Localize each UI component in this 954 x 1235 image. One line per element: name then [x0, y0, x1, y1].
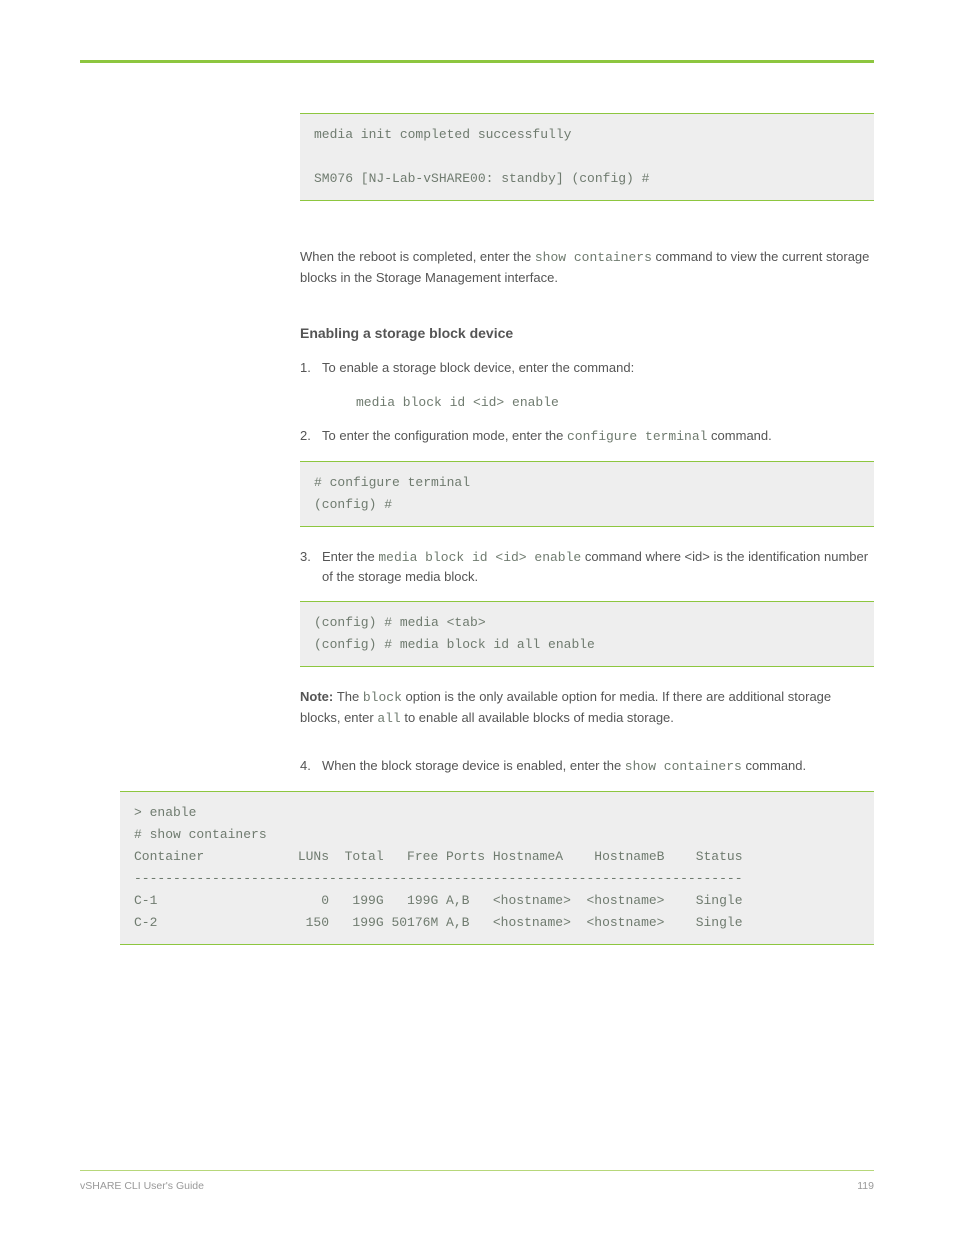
note-label: Note: [300, 689, 337, 704]
text: When the reboot is completed, enter the [300, 249, 535, 264]
heading-enabling-storage-block: Enabling a storage block device [300, 323, 874, 344]
code-block-configure-terminal: # configure terminal (config) # [300, 461, 874, 527]
cmd-media-block-id-enable: media block id <id> enable [378, 550, 581, 565]
page-container: media init completed successfully SM076 … [0, 0, 954, 1235]
code-block-media-tab: (config) # media <tab> (config) # media … [300, 601, 874, 667]
code-line: SM076 [NJ-Lab-vSHARE00: standby] (config… [314, 171, 649, 186]
step-number: 4. [300, 756, 322, 776]
paragraph-show-containers-intro: When the reboot is completed, enter the … [300, 247, 874, 287]
cmd-all: all [377, 711, 400, 726]
text: Enter the [322, 549, 378, 564]
cmd-show-containers: show containers [625, 759, 742, 774]
page-footer: vSHARE CLI User's Guide 119 [80, 1170, 874, 1195]
text: To enable a storage block device, enter … [322, 360, 634, 375]
step-2: 2.To enter the configuration mode, enter… [300, 426, 874, 447]
text: The [337, 689, 363, 704]
main-column: media init completed successfully SM076 … [300, 113, 874, 777]
cmd-configure-terminal: configure terminal [567, 429, 707, 444]
cmd-block: block [363, 690, 402, 705]
note-block-option: Note: The block option is the only avail… [300, 687, 874, 728]
step-4: 4.When the block storage device is enabl… [300, 756, 874, 777]
step-number: 3. [300, 547, 322, 567]
text: When the block storage device is enabled… [322, 758, 625, 773]
footer-page-number: 119 [857, 1179, 874, 1195]
code-block-show-containers-output: > enable # show containers Container LUN… [120, 791, 874, 946]
text: command. [742, 758, 806, 773]
step-number: 1. [300, 358, 322, 378]
text: command. [707, 428, 771, 443]
cmd-media-block-enable: media block id <id> enable [356, 395, 559, 410]
top-rule [80, 60, 874, 63]
text: To enter the configuration mode, enter t… [322, 428, 567, 443]
step-1: 1.To enable a storage block device, ente… [300, 358, 874, 378]
code-block-media-init: media init completed successfully SM076 … [300, 113, 874, 201]
footer-left: vSHARE CLI User's Guide [80, 1179, 204, 1195]
code-line: media init completed successfully [314, 127, 571, 142]
step-1-cmd-line: media block id <id> enable [300, 392, 874, 413]
step-3: 3.Enter the media block id <id> enable c… [300, 547, 874, 587]
cmd-show-containers: show containers [535, 250, 652, 265]
step-number: 2. [300, 426, 322, 446]
text: to enable all available blocks of media … [401, 710, 674, 725]
